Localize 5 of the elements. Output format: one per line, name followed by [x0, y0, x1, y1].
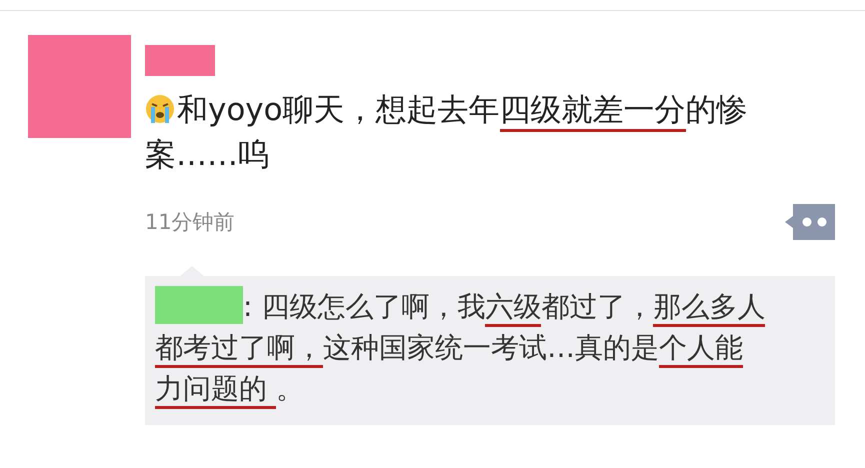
crying-emoji-icon — [145, 94, 175, 124]
redacted-name — [145, 45, 215, 76]
post-time: 11分钟前 — [145, 209, 235, 236]
comment-menu-button[interactable] — [785, 204, 835, 240]
dots-icon — [785, 204, 835, 240]
